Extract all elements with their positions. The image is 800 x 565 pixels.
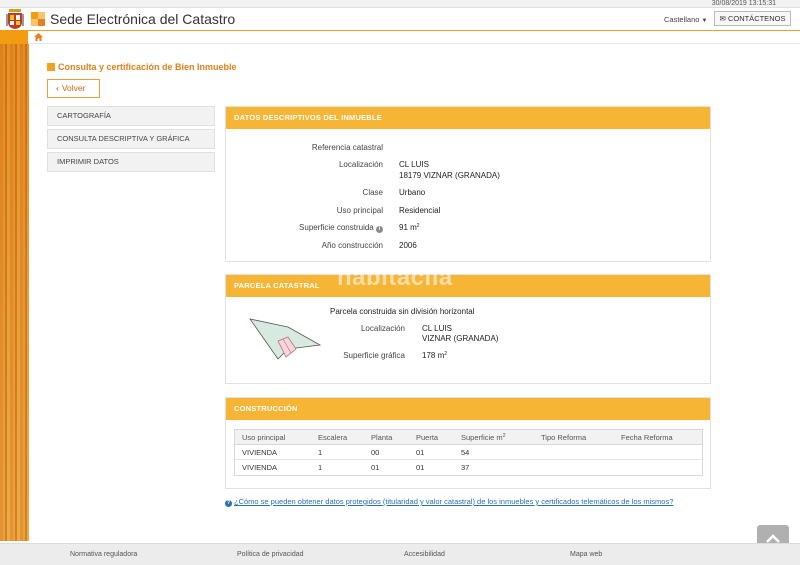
nav-bar-accent bbox=[0, 30, 28, 44]
unit-superscript: 2 bbox=[444, 351, 448, 357]
table-cell: 01 bbox=[416, 448, 425, 457]
table-row: VIVIENDA 1 00 01 54 bbox=[235, 445, 702, 460]
field-value: 178 m2 bbox=[422, 351, 447, 360]
language-label: Castellano bbox=[664, 15, 700, 24]
descriptive-data-panel: DATOS DESCRIPTIVOS DEL INMUEBLE Referenc… bbox=[225, 106, 711, 262]
column-header: Puerta bbox=[416, 433, 439, 442]
table-cell: VIVIENDA bbox=[242, 448, 278, 457]
header: Sede Electrónica del Catastro Castellano… bbox=[0, 8, 800, 30]
question-icon: ? bbox=[225, 500, 232, 507]
field-value: CL LUIS bbox=[422, 324, 452, 333]
panel-header: DATOS DESCRIPTIVOS DEL INMUEBLE bbox=[226, 107, 710, 129]
area-value: 178 m bbox=[422, 351, 445, 360]
table-cell: 01 bbox=[371, 463, 380, 472]
field-value: Urbano bbox=[399, 188, 426, 197]
unit-superscript: 2 bbox=[502, 433, 506, 439]
column-header: Planta bbox=[371, 433, 393, 442]
field-label: Localización bbox=[360, 324, 405, 333]
column-header: Superficie m2 bbox=[461, 433, 505, 442]
field-label: Uso principal bbox=[336, 206, 383, 215]
unit-superscript: 2 bbox=[416, 223, 420, 229]
help-link[interactable]: ? ¿Cómo se pueden obtener datos protegido… bbox=[225, 497, 673, 507]
panel-header: CONSTRUCCIÓN bbox=[226, 398, 710, 420]
column-header: Uso principal bbox=[242, 433, 286, 442]
top-bar: 30/08/2019 13:15:31 bbox=[0, 0, 800, 8]
checkbox-icon bbox=[47, 63, 55, 71]
footer-link-mapa-web[interactable]: Mapa web bbox=[570, 551, 602, 558]
caret-down-icon: ▼ bbox=[701, 18, 708, 24]
table-cell: 01 bbox=[416, 463, 425, 472]
back-button-label: Volver bbox=[61, 83, 86, 93]
footer-link-privacidad[interactable]: Política de privacidad bbox=[237, 551, 304, 558]
nav-bar bbox=[0, 30, 800, 44]
table-cell: 54 bbox=[461, 448, 470, 457]
field-value: VIZNAR (GRANADA) bbox=[422, 334, 499, 343]
field-label: Superficie gráfica bbox=[343, 351, 405, 360]
table-cell: VIVIENDA bbox=[242, 463, 278, 472]
sidebar-item-cartografia[interactable]: CARTOGRAFÍA bbox=[47, 106, 215, 126]
table-cell: 1 bbox=[318, 448, 323, 457]
language-selector[interactable]: Castellano ▼ bbox=[664, 15, 707, 24]
column-header-text: Superficie m bbox=[461, 433, 503, 442]
sidebar-item-imprimir[interactable]: IMPRIMIR DATOS bbox=[47, 152, 215, 172]
chevron-left-icon: ‹ bbox=[56, 83, 59, 93]
panel-header: PARCELA CATASTRAL bbox=[226, 275, 710, 297]
field-label: Año construcción bbox=[321, 241, 383, 250]
site-title[interactable]: Sede Electrónica del Catastro bbox=[50, 11, 235, 27]
construction-panel: CONSTRUCCIÓN Uso principal Escalera Plan… bbox=[225, 397, 711, 489]
area-value: 91 m bbox=[399, 223, 417, 232]
field-label: Localización bbox=[338, 160, 383, 169]
sidebar-item-consulta[interactable]: CONSULTA DESCRIPTIVA Y GRÁFICA bbox=[47, 129, 215, 149]
datetime: 30/08/2019 13:15:31 bbox=[711, 0, 776, 7]
field-label: Clase bbox=[362, 188, 383, 197]
column-header: Tipo Reforma bbox=[541, 433, 587, 442]
parcel-panel: PARCELA CATASTRAL Parcela construida sin… bbox=[225, 274, 711, 384]
table-row: VIVIENDA 1 01 01 37 bbox=[235, 460, 702, 475]
field-value: Residencial bbox=[399, 206, 441, 215]
footer-link-normativa[interactable]: Normativa reguladora bbox=[70, 551, 137, 558]
sidebar: CARTOGRAFÍA CONSULTA DESCRIPTIVA Y GRÁFI… bbox=[47, 106, 215, 175]
table-cell: 37 bbox=[461, 463, 470, 472]
field-label: Superficie construida bbox=[299, 223, 374, 232]
contact-button[interactable]: ✉ CONTÁCTENOS bbox=[714, 11, 791, 26]
parcel-subtitle: Parcela construida sin división horizont… bbox=[330, 307, 475, 316]
back-button[interactable]: ‹ Volver bbox=[47, 79, 100, 98]
table-header: Uso principal Escalera Planta Puerta Sup… bbox=[235, 430, 702, 445]
column-header: Fecha Reforma bbox=[621, 433, 673, 442]
field-label: Referencia catastral bbox=[311, 143, 383, 152]
footer-link-accesibilidad[interactable]: Accesibilidad bbox=[404, 551, 445, 558]
page-title-text: Consulta y certificación de Bien Inmuebl… bbox=[58, 62, 237, 72]
field-value: CL LUIS bbox=[399, 160, 429, 169]
table-cell: 1 bbox=[318, 463, 323, 472]
table-cell: 00 bbox=[371, 448, 380, 457]
field-value: 18179 VIZNAR (GRANADA) bbox=[399, 171, 500, 180]
footer: Normativa reguladora Política de privaci… bbox=[0, 543, 800, 565]
field-value: 91 m2 bbox=[399, 223, 420, 232]
coat-of-arms-icon bbox=[6, 9, 24, 29]
home-icon[interactable] bbox=[34, 33, 43, 41]
help-link-text: ¿Cómo se pueden obtener datos protegidos… bbox=[234, 497, 674, 506]
envelope-icon: ✉ bbox=[719, 14, 726, 23]
watermark: habitaclia bbox=[337, 264, 453, 291]
column-header: Escalera bbox=[318, 433, 348, 442]
contact-label: CONTÁCTENOS bbox=[727, 14, 786, 23]
field-label-with-info: Superficie construida i bbox=[226, 223, 383, 233]
field-value: 2006 bbox=[399, 241, 417, 250]
page-title: Consulta y certificación de Bien Inmuebl… bbox=[47, 62, 237, 72]
catastro-logo-icon[interactable] bbox=[31, 12, 45, 26]
info-icon[interactable]: i bbox=[376, 226, 383, 233]
construction-table: Uso principal Escalera Planta Puerta Sup… bbox=[234, 429, 703, 476]
decorative-side-image bbox=[0, 44, 29, 541]
